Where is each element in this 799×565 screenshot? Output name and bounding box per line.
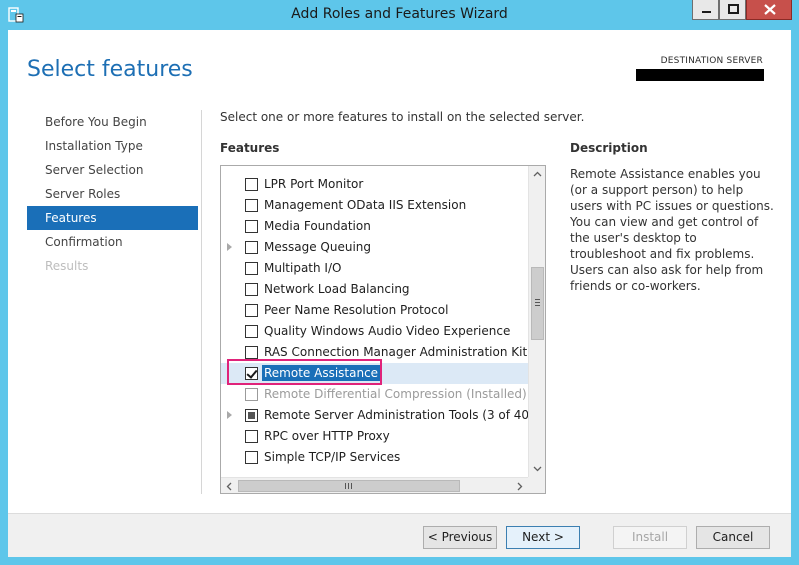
horizontal-scrollbar[interactable]	[221, 477, 528, 493]
description-text: Remote Assistance enables you (or a supp…	[570, 167, 774, 293]
nav-item-before-you-begin[interactable]: Before You Begin	[27, 110, 198, 134]
features-heading: Features	[220, 141, 280, 155]
feature-checkbox[interactable]	[245, 283, 258, 296]
feature-label: Multipath I/O	[264, 261, 342, 275]
feature-row[interactable]: Multipath I/O	[221, 258, 528, 279]
feature-row[interactable]: RAS Connection Manager Administration Ki…	[221, 342, 528, 363]
page-title: Select features	[27, 57, 193, 82]
scroll-up-button[interactable]	[529, 166, 545, 183]
scroll-down-button[interactable]	[529, 460, 545, 477]
feature-checkbox[interactable]	[245, 325, 258, 338]
maximize-icon	[728, 4, 739, 14]
feature-label: Remote Differential Compression (Install…	[264, 387, 527, 401]
feature-label: Simple TCP/IP Services	[264, 450, 401, 464]
feature-row[interactable]: Remote Differential Compression (Install…	[221, 384, 528, 405]
feature-row[interactable]: Media Foundation	[221, 216, 528, 237]
feature-row[interactable]: Peer Name Resolution Protocol	[221, 300, 528, 321]
feature-checkbox[interactable]	[245, 451, 258, 464]
feature-checkbox[interactable]	[245, 346, 258, 359]
feature-label: Management OData IIS Extension	[264, 198, 467, 212]
vertical-scrollbar[interactable]	[528, 166, 545, 477]
chevron-right-icon	[517, 482, 523, 491]
wizard-footer: < Previous Next > Install Cancel	[8, 513, 791, 557]
expand-arrow-icon[interactable]	[227, 243, 232, 251]
feature-row[interactable]: LPR Port Monitor	[221, 174, 528, 195]
feature-label: Network Load Balancing	[264, 282, 410, 296]
feature-row[interactable]: Message Queuing	[221, 237, 528, 258]
feature-checkbox[interactable]	[245, 220, 258, 233]
minimize-button[interactable]	[692, 0, 719, 20]
feature-checkbox[interactable]	[245, 367, 258, 380]
feature-row[interactable]: Remote Assistance	[221, 363, 528, 384]
features-tree[interactable]: LPR Port Monitor Management OData IIS Ext…	[220, 165, 546, 494]
close-icon	[764, 4, 776, 15]
previous-button[interactable]: < Previous	[423, 526, 497, 549]
feature-checkbox[interactable]	[245, 178, 258, 191]
install-button: Install	[613, 526, 687, 549]
feature-checkbox[interactable]	[245, 304, 258, 317]
nav-item-server-selection[interactable]: Server Selection	[27, 158, 198, 182]
instruction-text: Select one or more features to install o…	[220, 110, 585, 124]
scrollbar-corner	[528, 477, 545, 493]
feature-label: Media Foundation	[264, 219, 371, 233]
grip-icon	[535, 299, 540, 306]
feature-row[interactable]: Management OData IIS Extension	[221, 195, 528, 216]
scroll-left-button[interactable]	[221, 478, 238, 493]
scroll-right-button[interactable]	[511, 478, 528, 493]
features-tree-rows: LPR Port Monitor Management OData IIS Ext…	[221, 174, 528, 468]
window-title: Add Roles and Features Wizard	[291, 6, 508, 22]
destination-server-redacted	[636, 69, 764, 81]
feature-label: Remote Server Administration Tools (3 of…	[264, 408, 528, 422]
feature-checkbox[interactable]	[245, 409, 258, 422]
feature-checkbox[interactable]	[245, 199, 258, 212]
maximize-button[interactable]	[719, 0, 746, 20]
nav-item-results: Results	[45, 259, 89, 273]
wizard-nav: Before You Begin Installation Type Serve…	[27, 110, 198, 278]
feature-row[interactable]: Quality Windows Audio Video Experience	[221, 321, 528, 342]
feature-checkbox	[245, 388, 258, 401]
horizontal-scroll-thumb[interactable]	[238, 480, 460, 492]
feature-label: Remote Assistance	[262, 365, 381, 381]
chevron-up-icon	[533, 171, 542, 177]
nav-item-features[interactable]: Features	[27, 206, 198, 230]
feature-label: Quality Windows Audio Video Experience	[264, 324, 511, 338]
nav-item-installation-type[interactable]: Installation Type	[27, 134, 198, 158]
chevron-down-icon	[533, 466, 542, 472]
feature-checkbox[interactable]	[245, 430, 258, 443]
minimize-icon	[702, 11, 711, 13]
next-button[interactable]: Next >	[506, 526, 580, 549]
destination-server-label: DESTINATION SERVER	[660, 56, 763, 66]
grip-icon	[345, 483, 352, 489]
cancel-button[interactable]: Cancel	[696, 526, 770, 549]
feature-label: LPR Port Monitor	[264, 177, 364, 191]
vertical-scroll-thumb[interactable]	[531, 267, 544, 340]
feature-row[interactable]: Network Load Balancing	[221, 279, 528, 300]
feature-row[interactable]: RPC over HTTP Proxy	[221, 426, 528, 447]
nav-item-server-roles[interactable]: Server Roles	[27, 182, 198, 206]
nav-divider	[201, 110, 202, 494]
feature-checkbox[interactable]	[245, 241, 258, 254]
feature-row[interactable]: Simple TCP/IP Services	[221, 447, 528, 468]
feature-checkbox[interactable]	[245, 262, 258, 275]
feature-label: Message Queuing	[264, 240, 372, 254]
wizard-client-area: Select features DESTINATION SERVER Befor…	[8, 30, 791, 557]
title-bar[interactable]: Add Roles and Features Wizard	[0, 0, 799, 30]
nav-item-confirmation[interactable]: Confirmation	[27, 230, 198, 254]
expand-arrow-icon[interactable]	[227, 411, 232, 419]
description-heading: Description	[570, 141, 648, 155]
close-button[interactable]	[746, 0, 792, 20]
chevron-left-icon	[226, 482, 232, 491]
feature-label: Peer Name Resolution Protocol	[264, 303, 449, 317]
feature-label: RPC over HTTP Proxy	[264, 429, 390, 443]
feature-label: RAS Connection Manager Administration Ki…	[264, 345, 528, 359]
feature-row[interactable]: Remote Server Administration Tools (3 of…	[221, 405, 528, 426]
